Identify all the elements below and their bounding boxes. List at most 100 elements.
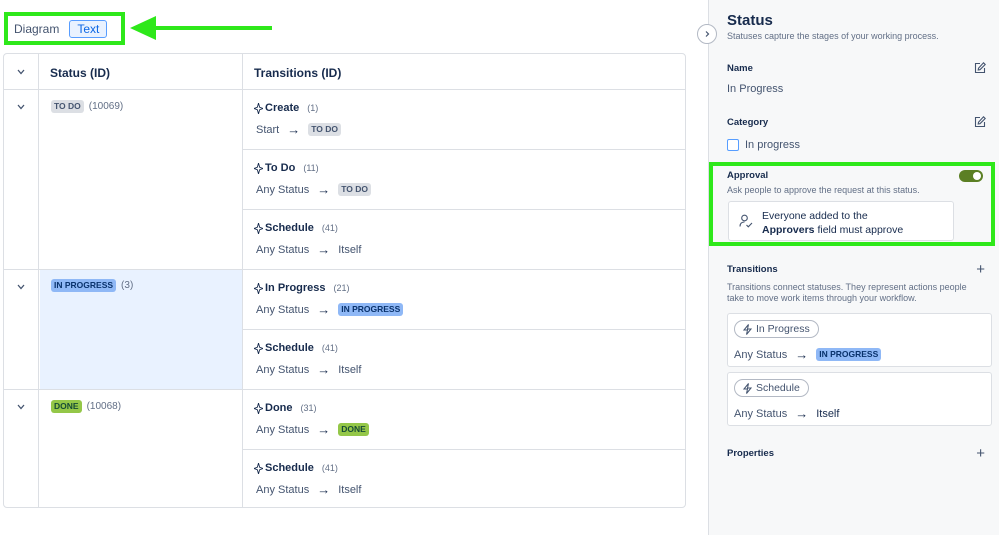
transition-id: (41) xyxy=(321,223,338,233)
group-inprogress-chevron-down-icon[interactable] xyxy=(16,282,26,292)
transition-name: In Progress xyxy=(265,282,326,294)
transition-name: Schedule xyxy=(265,222,314,234)
transitions-column-header: Transitions (ID) xyxy=(254,66,342,80)
diagram-view-option[interactable]: Diagram xyxy=(14,22,59,36)
transitions-description-2: take to move work items through your wor… xyxy=(727,293,917,303)
transition-to: TO DO xyxy=(338,183,371,196)
transition-to: DONE xyxy=(338,423,369,436)
transition-name: To Do xyxy=(265,162,296,174)
arrow-right-icon: → xyxy=(317,182,331,197)
transition-row[interactable]: Schedule (41) Any Status → Itself xyxy=(244,330,685,390)
view-toggle: Diagram Text xyxy=(4,12,125,45)
group-done-chevron-down-icon[interactable] xyxy=(16,402,26,412)
approval-rule-text-end: field must approve xyxy=(817,224,904,236)
transition-from: Any Status xyxy=(256,183,310,196)
transition-name: Schedule xyxy=(265,342,314,354)
transition-id: (31) xyxy=(300,403,317,413)
transition-to: Itself xyxy=(338,483,362,496)
lightning-icon xyxy=(743,382,752,394)
transition-from: Start xyxy=(256,123,280,136)
approval-toggle[interactable] xyxy=(959,170,983,182)
transition-card-to: IN PROGRESS xyxy=(816,348,882,361)
arrow-right-icon: → xyxy=(317,422,331,437)
arrow-right-icon: → xyxy=(795,347,809,362)
sparkle-icon xyxy=(254,222,263,234)
status-lozenge: DONE xyxy=(51,400,82,413)
edit-name-icon[interactable] xyxy=(974,62,986,74)
transition-row[interactable]: Schedule (41) Any Status → Itself xyxy=(244,210,685,270)
approval-label: Approval xyxy=(727,170,769,181)
transition-from: Any Status xyxy=(256,423,310,436)
properties-label: Properties xyxy=(727,448,774,459)
transition-id: (21) xyxy=(333,283,350,293)
sparkle-icon xyxy=(254,342,263,354)
transition-id: (1) xyxy=(307,103,319,113)
transition-pill[interactable]: In Progress xyxy=(734,320,819,338)
arrow-right-icon: → xyxy=(317,482,331,497)
arrow-right-icon: → xyxy=(317,302,331,317)
transition-card[interactable]: In Progress Any Status → IN PROGRESS xyxy=(727,313,992,367)
transition-id: (41) xyxy=(321,343,338,353)
transition-name: Create xyxy=(265,102,300,114)
sparkle-icon xyxy=(254,402,263,414)
transition-from: Any Status xyxy=(256,303,310,316)
transition-card-name: Schedule xyxy=(756,382,800,394)
add-transition-plus-icon[interactable]: + xyxy=(976,262,985,277)
collapse-all-chevron-down-icon[interactable] xyxy=(16,67,26,77)
status-id: (10068) xyxy=(86,401,122,413)
status-details-panel: Status Statuses capture the stages of yo… xyxy=(708,0,999,535)
annotation-arrow xyxy=(130,16,272,40)
edit-category-icon[interactable] xyxy=(974,116,986,128)
arrow-right-icon: → xyxy=(317,242,331,257)
approvers-field-name: Approvers xyxy=(762,224,815,236)
status-cell-todo[interactable]: TO DO (10069) xyxy=(40,90,243,269)
panel-title: Status xyxy=(727,12,773,29)
transitions-description: Transitions connect statuses. They repre… xyxy=(727,282,967,292)
transition-row[interactable]: To Do (11) Any Status → TO DO xyxy=(244,150,685,210)
transition-to: IN PROGRESS xyxy=(338,303,404,316)
lightning-icon xyxy=(743,323,752,335)
group-todo-chevron-down-icon[interactable] xyxy=(16,102,26,112)
sparkle-icon xyxy=(254,102,263,114)
approval-rule-text: Everyone added to the xyxy=(762,210,868,222)
text-view-option[interactable]: Text xyxy=(69,19,108,38)
status-lozenge: IN PROGRESS xyxy=(51,279,117,292)
arrow-right-icon: → xyxy=(317,362,331,377)
transition-id: (11) xyxy=(303,163,319,173)
workflow-table: Status (ID) Transitions (ID) TO DO (10069… xyxy=(3,53,686,508)
name-label: Name xyxy=(727,63,753,74)
status-lozenge: TO DO xyxy=(51,100,84,113)
name-value: In Progress xyxy=(727,83,784,95)
transition-from: Any Status xyxy=(256,363,310,376)
transitions-label: Transitions xyxy=(727,264,778,275)
transition-name: Done xyxy=(265,402,293,414)
transition-pill[interactable]: Schedule xyxy=(734,379,809,397)
transition-to: Itself xyxy=(338,363,362,376)
chevron-right-icon xyxy=(705,31,710,37)
status-id: (3) xyxy=(121,280,134,292)
transition-from: Any Status xyxy=(256,243,310,256)
status-cell-inprogress[interactable]: IN PROGRESS (3) xyxy=(40,269,243,389)
collapse-panel-button[interactable] xyxy=(697,24,717,44)
status-id: (10069) xyxy=(88,101,124,113)
add-property-plus-icon[interactable]: + xyxy=(976,446,985,461)
transition-row[interactable]: In Progress (21) Any Status → IN PROGRESS xyxy=(244,270,685,330)
transition-card-to: Itself xyxy=(816,407,840,420)
person-check-icon xyxy=(739,214,753,228)
approval-rule-card: Everyone added to the Approvers field mu… xyxy=(728,201,954,241)
category-label: Category xyxy=(727,117,769,128)
status-cell-done[interactable]: DONE (10068) xyxy=(40,390,243,507)
transition-card-from: Any Status xyxy=(734,348,788,361)
approval-description: Ask people to approve the request at thi… xyxy=(727,185,920,195)
arrow-right-icon: → xyxy=(287,122,301,137)
transition-name: Schedule xyxy=(265,462,314,474)
transition-row[interactable]: Done (31) Any Status → DONE xyxy=(244,390,685,450)
transition-card-name: In Progress xyxy=(756,323,810,335)
transition-to: Itself xyxy=(338,243,362,256)
transition-row[interactable]: Create (1) Start → TO DO xyxy=(244,90,685,150)
transition-row[interactable]: Schedule (41) Any Status → Itself xyxy=(244,450,685,507)
sparkle-icon xyxy=(254,462,263,474)
transition-card-from: Any Status xyxy=(734,407,788,420)
transition-card[interactable]: Schedule Any Status → Itself xyxy=(727,372,992,426)
sparkle-icon xyxy=(254,282,263,294)
